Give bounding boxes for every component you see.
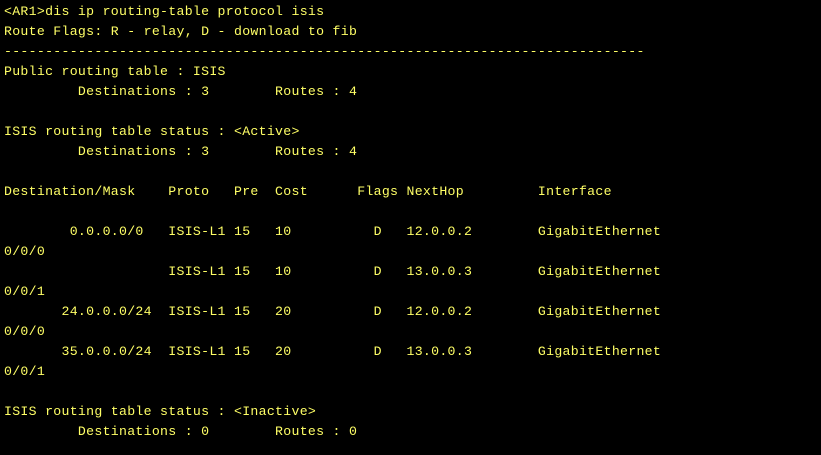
separator-line: ----------------------------------------…: [4, 44, 645, 59]
inactive-status-summary: Destinations : 0 Routes : 0: [4, 424, 358, 439]
route-row-interface-wrap: 0/0/1: [4, 364, 46, 379]
route-row-interface-wrap: 0/0/1: [4, 284, 46, 299]
route-row: 0.0.0.0/0 ISIS-L1 15 10 D 12.0.0.2 Gigab…: [4, 224, 662, 239]
terminal-output[interactable]: <AR1>dis ip routing-table protocol isis …: [0, 0, 821, 455]
route-row: 35.0.0.0/24 ISIS-L1 15 20 D 13.0.0.3 Gig…: [4, 344, 662, 359]
route-table-header: Destination/Mask Proto Pre Cost Flags Ne…: [4, 184, 612, 199]
public-table-heading: Public routing table : ISIS: [4, 64, 226, 79]
active-status-summary: Destinations : 3 Routes : 4: [4, 144, 358, 159]
route-flags-legend: Route Flags: R - relay, D - download to …: [4, 24, 358, 39]
public-table-summary: Destinations : 3 Routes : 4: [4, 84, 358, 99]
active-status-heading: ISIS routing table status : <Active>: [4, 124, 300, 139]
command-line: <AR1>dis ip routing-table protocol isis: [4, 4, 325, 19]
route-row-interface-wrap: 0/0/0: [4, 324, 46, 339]
route-row: ISIS-L1 15 10 D 13.0.0.3 GigabitEthernet: [4, 264, 662, 279]
route-row-interface-wrap: 0/0/0: [4, 244, 46, 259]
inactive-status-heading: ISIS routing table status : <Inactive>: [4, 404, 317, 419]
route-row: 24.0.0.0/24 ISIS-L1 15 20 D 12.0.0.2 Gig…: [4, 304, 662, 319]
